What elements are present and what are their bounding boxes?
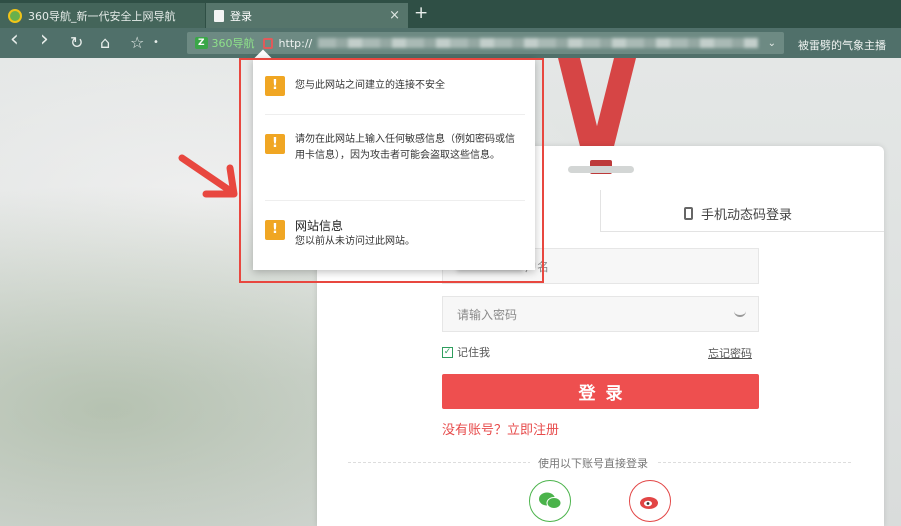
- login-button[interactable]: 登录: [442, 374, 759, 409]
- remember-me[interactable]: ✓ 记住我: [442, 344, 490, 360]
- wechat-icon[interactable]: [529, 480, 571, 522]
- browser-toolbar: ‹ › ↻ ⌂ ☆ • Z 360导航 http:// ⌄ 被雷劈的气象主播: [0, 28, 901, 58]
- 360-nav-label[interactable]: 360导航: [212, 35, 255, 51]
- remember-label: 记住我: [457, 346, 490, 359]
- back-icon[interactable]: ‹: [10, 29, 19, 51]
- blurred-url: [318, 38, 759, 48]
- tab-sms-label: 手机动态码登录: [701, 208, 793, 223]
- forgot-password-link[interactable]: 忘记密码: [708, 345, 752, 361]
- password-input[interactable]: 请输入密码: [442, 296, 759, 332]
- trending-search-text[interactable]: 被雷劈的气象主播: [798, 37, 886, 53]
- tab-login[interactable]: 登录 ×: [206, 3, 408, 28]
- reload-icon[interactable]: ↻: [70, 32, 83, 54]
- chevron-down-icon[interactable]: ⌄: [768, 38, 776, 49]
- weibo-icon[interactable]: [629, 480, 671, 522]
- page-favicon-icon: [214, 9, 224, 22]
- annotation-highlight-box: [239, 58, 544, 283]
- social-login-hint: 使用以下账号直接登录: [530, 455, 656, 471]
- eye-icon[interactable]: [734, 311, 746, 317]
- register-link[interactable]: 没有账号？立即注册: [442, 419, 559, 438]
- password-placeholder: 请输入密码: [457, 307, 518, 322]
- address-bar[interactable]: Z 360导航 http:// ⌄: [187, 32, 784, 54]
- remember-checkbox[interactable]: ✓: [442, 346, 453, 358]
- 360-badge: Z: [195, 37, 208, 49]
- url-prefix: http://: [278, 36, 313, 50]
- tab-label: 360导航_新一代安全上网导航: [28, 9, 176, 23]
- forward-icon[interactable]: ›: [40, 29, 49, 51]
- phone-icon: [684, 207, 693, 220]
- close-tab-icon[interactable]: ×: [389, 8, 400, 23]
- new-tab-button[interactable]: +: [414, 3, 428, 23]
- 360-favicon-icon: [8, 8, 22, 23]
- annotation-arrow-icon: [178, 154, 238, 198]
- tab-360-nav[interactable]: 360导航_新一代安全上网导航: [0, 3, 205, 28]
- star-icon[interactable]: ☆: [130, 32, 144, 54]
- card-slot: [568, 166, 634, 173]
- tab-strip: 360导航_新一代安全上网导航 登录 × +: [0, 0, 901, 28]
- star-menu-icon[interactable]: •: [153, 32, 159, 54]
- lock-icon[interactable]: [262, 37, 273, 49]
- tab-sms-login[interactable]: 手机动态码登录: [684, 204, 792, 223]
- tab-label: 登录: [230, 9, 252, 23]
- home-icon[interactable]: ⌂: [100, 32, 110, 54]
